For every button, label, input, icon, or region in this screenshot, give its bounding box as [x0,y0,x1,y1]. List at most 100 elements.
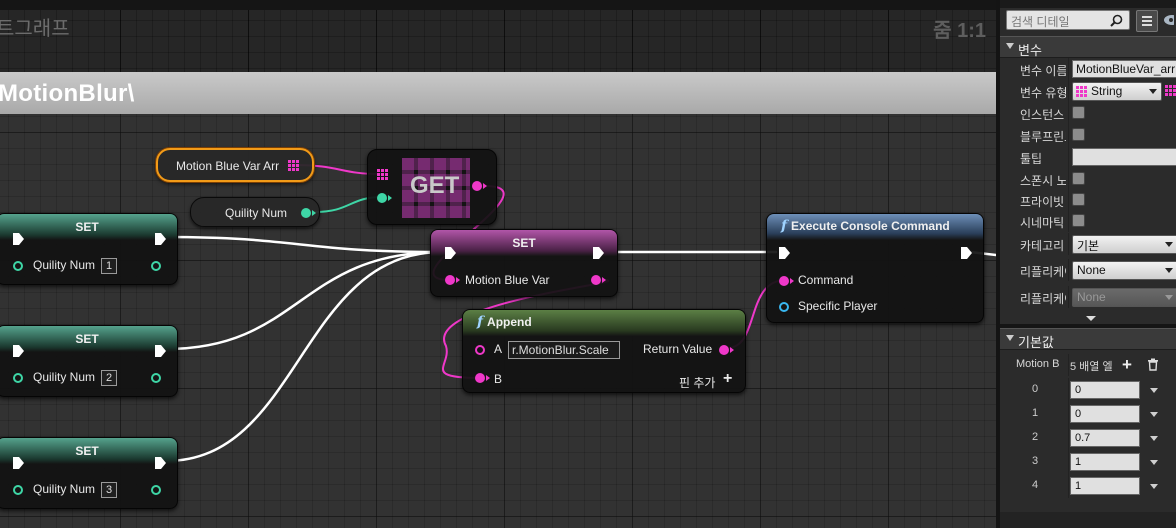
value-input[interactable]: 1 [101,258,117,274]
comment-header[interactable] [0,72,996,114]
pin-arrow-icon [486,375,490,381]
float-in-pin[interactable] [13,373,23,383]
container-type-icon[interactable] [1165,85,1176,96]
motion-blue-var-arr-node[interactable]: Motion Blue Var Arr [156,148,314,182]
array-pin-icon[interactable] [288,160,299,171]
pin-arrow-icon [730,347,734,353]
node-title: SET [512,236,536,250]
array-index: 3 [1032,455,1039,467]
divider [1068,80,1069,102]
blueprint-readonly-checkbox[interactable] [1072,128,1085,141]
player-in-pin[interactable] [779,302,789,312]
value-input[interactable]: 2 [101,370,117,386]
quility-num-node[interactable]: Quility Num [190,197,320,227]
list-view-button[interactable] [1136,10,1158,32]
exec-out-pin[interactable] [959,246,973,260]
array-value-input[interactable]: 0.7 [1070,429,1140,447]
set-node-3[interactable]: SET Quility Num 3 [0,437,178,509]
trash-icon[interactable] [1147,358,1159,371]
pin-label: Command [798,273,854,287]
array-in-pin[interactable] [377,169,388,180]
expose-on-spawn-checkbox[interactable] [1072,172,1085,185]
string-in-pin-b[interactable] [475,373,485,383]
default-value-section-header[interactable]: 기본값 [1000,328,1176,350]
divider [1068,259,1069,281]
array-value-input[interactable]: 1 [1070,453,1140,471]
prop-label: 변수 유형 [1020,86,1066,100]
expand-advanced-icon[interactable] [1086,316,1096,321]
get-node[interactable]: GET [367,149,497,225]
tooltip-input[interactable] [1072,148,1176,166]
float-in-pin[interactable] [13,485,23,495]
cinematic-checkbox[interactable] [1072,214,1085,227]
exec-in-pin[interactable] [11,232,25,246]
append-node[interactable]: f Append A r.MotionBlur.Scale Return Valu… [462,309,746,393]
variable-type-dropdown[interactable]: String [1072,82,1162,101]
category-value: 기본 [1077,239,1100,253]
element-options-icon[interactable] [1150,436,1158,441]
set-motion-blue-var-node[interactable]: SET Motion Blue Var [430,229,618,297]
category-dropdown[interactable]: 기본 [1072,235,1176,254]
command-in-pin[interactable] [779,276,789,286]
variable-section-header[interactable]: 변수 [1000,36,1176,58]
divider [1068,402,1069,426]
search-input[interactable]: 검색 디테일 [1006,10,1130,30]
search-placeholder: 검색 디테일 [1011,15,1070,29]
zoom-level: 줌 1:1 [933,20,986,42]
set-node-1[interactable]: SET Quility Num 1 [0,213,178,285]
replication-condition-dropdown[interactable]: None [1072,288,1176,307]
exec-in-pin[interactable] [443,246,457,260]
event-graph[interactable]: 트그래프 줌 1:1 MotionBlur\ Motion Blue Var A… [0,0,996,528]
collapse-icon [1006,335,1014,341]
divider [1068,168,1069,190]
divider [1068,474,1069,498]
array-value-input[interactable]: 0 [1070,405,1140,423]
item-out-pin[interactable] [472,181,482,191]
element-options-icon[interactable] [1150,412,1158,417]
prop-label: 리플리케이 [1020,292,1066,306]
index-in-pin[interactable] [377,193,387,203]
divider [1068,378,1069,402]
string-out-pin[interactable] [591,275,601,285]
array-element-row: 0 0 [1000,378,1176,402]
execute-console-command-node[interactable]: f Execute Console Command Command Specifi… [766,213,984,323]
exec-out-pin[interactable] [153,456,167,470]
add-pin-button[interactable]: 핀 추가 [679,374,715,391]
return-out-pin[interactable] [719,345,729,355]
float-out-pin[interactable] [151,261,161,271]
instance-editable-checkbox[interactable] [1072,106,1085,119]
string-in-pin-a[interactable] [475,345,485,355]
float-out-pin[interactable] [301,208,311,218]
exec-in-pin[interactable] [777,246,791,260]
eye-icon[interactable] [1162,12,1174,28]
string-in-pin[interactable] [445,275,455,285]
element-options-icon[interactable] [1150,460,1158,465]
pin-arrow-icon [790,278,794,284]
dropdown-arrow-icon [1165,295,1173,300]
replication-dropdown[interactable]: None [1072,261,1176,280]
value-input[interactable]: 3 [101,482,117,498]
exec-out-pin[interactable] [153,232,167,246]
add-pin-icon[interactable]: + [723,370,732,388]
float-out-pin[interactable] [151,373,161,383]
exec-out-pin[interactable] [591,246,605,260]
exec-in-pin[interactable] [11,344,25,358]
pin-label: B [494,372,503,386]
set-node-2[interactable]: SET Quility Num 2 [0,325,178,397]
array-value-input[interactable]: 0 [1070,381,1140,399]
element-options-icon[interactable] [1150,484,1158,489]
variable-name-input[interactable]: MotionBlueVar_arr [1072,60,1176,78]
exec-in-pin[interactable] [11,456,25,470]
comment-title: MotionBlur\ [0,80,135,107]
element-options-icon[interactable] [1150,388,1158,393]
array-value-input[interactable]: 1 [1070,477,1140,495]
pin-label: Quility Num [33,370,96,384]
float-in-pin[interactable] [13,261,23,271]
a-value-input[interactable]: r.MotionBlur.Scale [508,341,620,359]
replication-condition-value: None [1077,290,1106,304]
float-out-pin[interactable] [151,485,161,495]
add-element-icon[interactable]: + [1122,355,1132,375]
private-checkbox[interactable] [1072,193,1085,206]
exec-out-pin[interactable] [153,344,167,358]
node-title: f Execute Console Command [781,218,950,234]
